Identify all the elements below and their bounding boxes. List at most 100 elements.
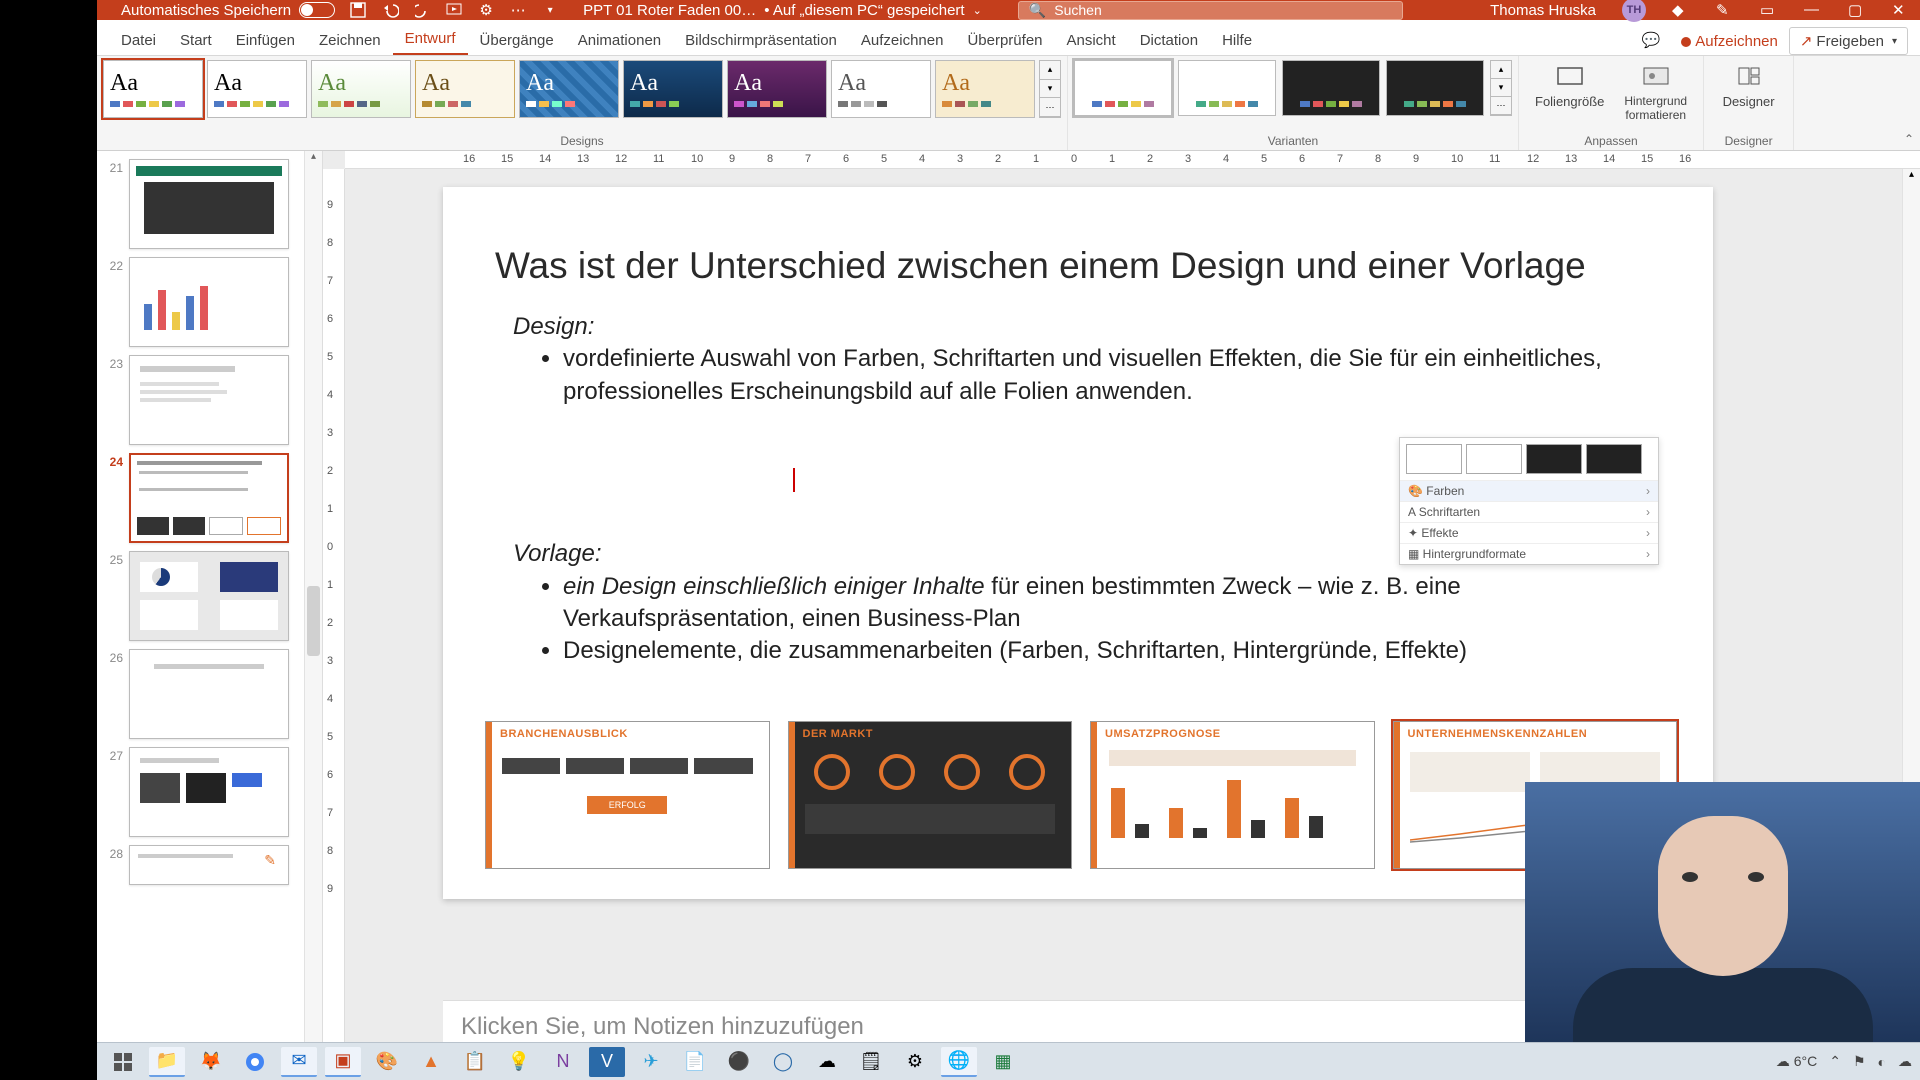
firefox-icon[interactable]: 🦊 — [193, 1047, 229, 1077]
onenote-icon[interactable]: N — [545, 1047, 581, 1077]
tab-ueberpruefen[interactable]: Überprüfen — [955, 26, 1054, 55]
theme-tile-9[interactable]: Aa — [935, 60, 1035, 118]
tab-datei[interactable]: Datei — [109, 26, 168, 55]
tray-icon-1[interactable]: ⚑ — [1853, 1053, 1866, 1070]
app-icon-1[interactable]: 🎨 — [369, 1047, 405, 1077]
user-name-label[interactable]: Thomas Hruska — [1490, 2, 1596, 19]
slide-thumb-26[interactable]: 26 — [99, 645, 320, 743]
document-title[interactable]: PPT 01 Roter Faden 00… • Auf „diesem PC“… — [583, 2, 982, 19]
explorer-icon[interactable]: 📁 — [149, 1047, 185, 1077]
theme-tile-5[interactable]: Aa — [519, 60, 619, 118]
template-2[interactable]: DER MARKT — [788, 721, 1073, 869]
thumb-scrollbar[interactable]: ▴ ▾ — [304, 151, 322, 1056]
scroll-up-icon[interactable]: ▴ — [1903, 169, 1920, 180]
scroll-up-icon[interactable]: ▴ — [305, 151, 322, 167]
tools-icon[interactable]: ⚙ — [477, 1, 495, 19]
app-icon-3[interactable]: 💡 — [501, 1047, 537, 1077]
excel-icon[interactable]: ▦ — [985, 1047, 1021, 1077]
window-icon[interactable]: ▭ — [1760, 1, 1778, 19]
app-icon-v[interactable]: V — [589, 1047, 625, 1077]
slide-thumb-24[interactable]: 24 — [99, 449, 320, 547]
chevron-down-icon[interactable]: ⌄ — [973, 4, 982, 17]
variant-tile-1[interactable] — [1074, 60, 1172, 116]
slide-thumb-23[interactable]: 23 — [99, 351, 320, 449]
template-1[interactable]: BRANCHENAUSBLICK ERFOLG — [485, 721, 770, 869]
variant-tile-4[interactable] — [1386, 60, 1484, 116]
app-icon-2[interactable]: 📋 — [457, 1047, 493, 1077]
tab-start[interactable]: Start — [168, 26, 224, 55]
mini-menu-colors[interactable]: 🎨 Farben› — [1400, 480, 1658, 501]
app-icon-4[interactable]: 📄 — [677, 1047, 713, 1077]
themes-gallery-expand[interactable]: ▴▾⋯ — [1039, 60, 1061, 118]
record-button[interactable]: Aufzeichnen — [1670, 28, 1789, 55]
tab-praesentation[interactable]: Bildschirmpräsentation — [673, 26, 849, 55]
tray-icon-3[interactable]: ☁ — [1898, 1053, 1912, 1070]
mini-menu-fonts[interactable]: A Schriftarten› — [1400, 501, 1658, 522]
search-input[interactable]: 🔍 Suchen — [1018, 1, 1403, 20]
start-from-beginning-icon[interactable] — [445, 1, 463, 19]
chrome-icon[interactable] — [237, 1047, 273, 1077]
slide-thumb-25[interactable]: 25 — [99, 547, 320, 645]
tray-overflow-icon[interactable]: ⌃ — [1829, 1053, 1841, 1070]
app-icon-7[interactable]: 🗒 — [853, 1047, 889, 1077]
variants-gallery-expand[interactable]: ▴▾⋯ — [1490, 60, 1512, 116]
autosave-switch[interactable] — [299, 2, 335, 18]
scroll-thumb[interactable] — [307, 586, 320, 656]
close-icon[interactable]: ✕ — [1892, 1, 1910, 19]
theme-tile-6[interactable]: Aa — [623, 60, 723, 118]
maximize-icon[interactable]: ▢ — [1848, 1, 1866, 19]
variant-tile-2[interactable] — [1178, 60, 1276, 116]
slide-thumb-22[interactable]: 22 — [99, 253, 320, 351]
tab-ansicht[interactable]: Ansicht — [1055, 26, 1128, 55]
comments-icon[interactable]: 💬 — [1632, 25, 1671, 55]
minimize-icon[interactable]: — — [1804, 1, 1822, 19]
tab-dictation[interactable]: Dictation — [1128, 26, 1210, 55]
collapse-ribbon-icon[interactable]: ⌃ — [1904, 132, 1914, 146]
tab-aufzeichnen[interactable]: Aufzeichnen — [849, 26, 956, 55]
undo-icon[interactable] — [381, 1, 399, 19]
app-icon-6[interactable]: ☁ — [809, 1047, 845, 1077]
tab-einfuegen[interactable]: Einfügen — [224, 26, 307, 55]
theme-tile-2[interactable]: Aa — [207, 60, 307, 118]
slide-thumb-21[interactable]: 21 — [99, 155, 320, 253]
tab-zeichnen[interactable]: Zeichnen — [307, 26, 393, 55]
obs-icon[interactable]: ⚫ — [721, 1047, 757, 1077]
autosave-toggle[interactable]: Automatisches Speichern — [121, 2, 335, 19]
qat-overflow-icon[interactable]: ⋯ — [509, 1, 527, 19]
weather-widget[interactable]: ☁ 6°C — [1776, 1053, 1817, 1070]
slide-thumb-28[interactable]: 28✎ — [99, 841, 320, 889]
tab-animationen[interactable]: Animationen — [566, 26, 673, 55]
save-icon[interactable] — [349, 1, 367, 19]
telegram-icon[interactable]: ✈ — [633, 1047, 669, 1077]
share-button[interactable]: ↗Freigeben▾ — [1789, 27, 1908, 55]
theme-tile-4[interactable]: Aa — [415, 60, 515, 118]
tab-hilfe[interactable]: Hilfe — [1210, 26, 1264, 55]
variant-tile-3[interactable] — [1282, 60, 1380, 116]
slide-title[interactable]: Was ist der Unterschied zwischen einem D… — [443, 187, 1713, 287]
outlook-icon[interactable]: ✉ — [281, 1047, 317, 1077]
slide-canvas[interactable]: Was ist der Unterschied zwischen einem D… — [443, 187, 1713, 899]
mini-menu-backgrounds[interactable]: ▦ Hintergrundformate› — [1400, 543, 1658, 564]
template-3[interactable]: UMSATZPROGNOSE — [1090, 721, 1375, 869]
theme-tile-7[interactable]: Aa — [727, 60, 827, 118]
edge-icon[interactable]: 🌐 — [941, 1047, 977, 1077]
theme-tile-1[interactable]: Aa — [103, 60, 203, 118]
settings-icon[interactable]: ⚙ — [897, 1047, 933, 1077]
redo-icon[interactable] — [413, 1, 431, 19]
avatar[interactable]: TH — [1622, 0, 1646, 22]
tray-icon-2[interactable]: ◐ — [1878, 1054, 1886, 1070]
diamond-icon[interactable]: ◆ — [1672, 1, 1690, 19]
qat-dropdown-icon[interactable]: ▾ — [541, 1, 559, 19]
pen-icon[interactable]: ✎ — [1716, 1, 1734, 19]
tab-uebergaenge[interactable]: Übergänge — [468, 26, 566, 55]
powerpoint-icon[interactable]: ▣ — [325, 1047, 361, 1077]
app-icon-5[interactable]: ◯ — [765, 1047, 801, 1077]
theme-tile-3[interactable]: Aa — [311, 60, 411, 118]
mini-menu-effects[interactable]: ✦ Effekte› — [1400, 522, 1658, 543]
start-button[interactable] — [105, 1047, 141, 1077]
slide-thumb-27[interactable]: 27 — [99, 743, 320, 841]
theme-tile-8[interactable]: Aa — [831, 60, 931, 118]
designer-button[interactable]: Designer — [1710, 60, 1787, 113]
vlc-icon[interactable]: ▲ — [413, 1047, 449, 1077]
tab-entwurf[interactable]: Entwurf — [393, 24, 468, 55]
